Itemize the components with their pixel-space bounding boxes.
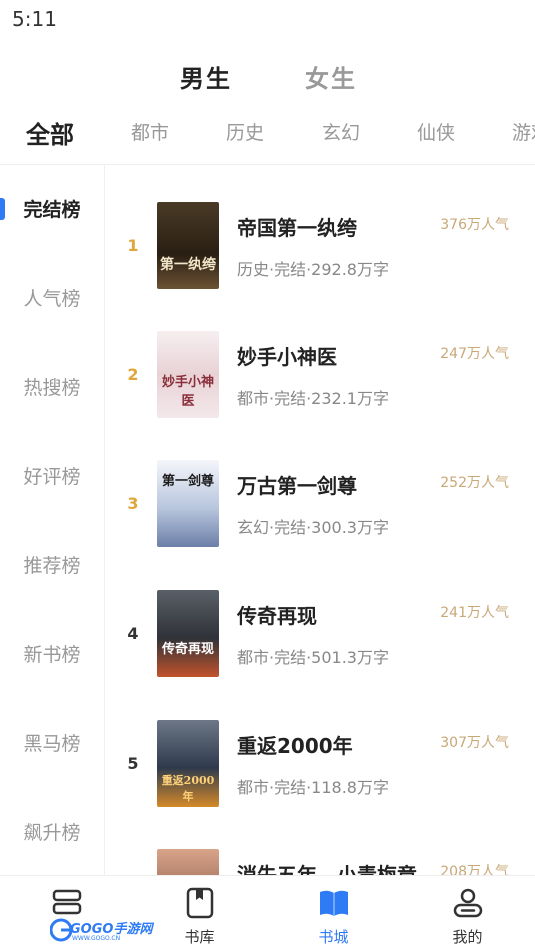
cover-title: 重返2000年 [161, 774, 215, 803]
watermark-subtext: WWW.GOGO.CN [72, 935, 121, 942]
ranking-sidebar: 完结榜 人气榜 热搜榜 好评榜 推荐榜 新书榜 黑马榜 飙升榜 [0, 165, 105, 875]
nav-profile[interactable]: 我的 [401, 876, 534, 951]
book-meta: 都市·完结·501.3万字 [237, 648, 389, 667]
tab-female[interactable]: 女生 [305, 59, 357, 94]
watermark-icon [50, 918, 72, 942]
rank-number: 4 [127, 624, 139, 643]
popularity-count: 307万人气 [440, 735, 509, 751]
category-tab-history[interactable]: 历史 [226, 118, 264, 145]
category-tabs: 全部 都市 历史 玄幻 仙侠 游戏 [0, 112, 535, 158]
gender-tabs: 男生 女生 [0, 55, 535, 99]
cover-title: 第一纨绔 [160, 257, 216, 273]
book-title: 传奇再现 [237, 604, 317, 628]
cover-title: 传奇再现 [161, 642, 214, 657]
sidebar-item-completed[interactable]: 完结榜 [0, 190, 104, 230]
sidebar-item-rising[interactable]: 飙升榜 [0, 813, 104, 853]
category-tab-urban[interactable]: 都市 [131, 118, 169, 145]
book-title: 妙手小神医 [237, 345, 337, 369]
book-title: 帝国第一纨绔 [237, 216, 357, 240]
cover-title: 妙手小神医 [161, 375, 214, 409]
profile-icon [453, 888, 482, 918]
book-title: 重返2000年 [237, 734, 353, 758]
book-meta: 都市·完结·232.1万字 [237, 389, 389, 408]
tab-male[interactable]: 男生 [180, 59, 232, 94]
popularity-count: 252万人气 [440, 475, 509, 491]
sidebar-item-popular[interactable]: 人气榜 [0, 279, 104, 319]
sidebar-item-dark-horse[interactable]: 黑马榜 [0, 724, 104, 764]
book-row[interactable]: 1 第一纨绔 帝国第一纨绔 历史·完结·292.8万字 376万人气 [106, 202, 535, 312]
book-title: 消失五年，小青梅竟 [237, 863, 417, 875]
book-row[interactable]: 消失五年，小青梅竟 208万人气 [106, 849, 535, 875]
library-icon [186, 887, 213, 919]
category-tab-xianxia[interactable]: 仙侠 [417, 118, 455, 145]
book-title: 万古第一剑尊 [237, 474, 357, 498]
book-cover[interactable]: 传奇再现 [157, 590, 219, 677]
category-tab-fantasy[interactable]: 玄幻 [322, 118, 360, 145]
book-meta: 玄幻·完结·300.3万字 [237, 518, 389, 537]
book-cover[interactable]: 重返2000年 [157, 720, 219, 807]
book-row[interactable]: 5 重返2000年 重返2000年 都市·完结·118.8万字 307万人气 [106, 720, 535, 830]
book-cover[interactable]: 第一纨绔 [157, 202, 219, 289]
status-time: 5:11 [12, 7, 57, 31]
popularity-count: 241万人气 [440, 605, 509, 621]
nav-label: 书城 [318, 928, 349, 946]
book-meta: 历史·完结·292.8万字 [237, 260, 389, 279]
sidebar-item-rated[interactable]: 好评榜 [0, 457, 104, 497]
sidebar-item-new[interactable]: 新书榜 [0, 635, 104, 675]
book-cover[interactable]: 妙手小神医 [157, 331, 219, 418]
sidebar-item-recommended[interactable]: 推荐榜 [0, 546, 104, 586]
book-row[interactable]: 3 第一剑尊 万古第一剑尊 玄幻·完结·300.3万字 252万人气 [106, 460, 535, 570]
category-tab-all[interactable]: 全部 [26, 115, 74, 150]
book-row[interactable]: 2 妙手小神医 妙手小神医 都市·完结·232.1万字 247万人气 [106, 331, 535, 441]
rank-number: 2 [127, 365, 139, 384]
sidebar-item-hot-search[interactable]: 热搜榜 [0, 368, 104, 408]
popularity-count: 208万人气 [440, 864, 509, 875]
book-cover[interactable]: 第一剑尊 [157, 460, 219, 547]
status-bar: 5:11 [0, 0, 535, 40]
book-cover[interactable] [157, 849, 219, 875]
bookstore-icon [319, 890, 348, 916]
rank-number: 1 [127, 236, 139, 255]
nav-label: 我的 [452, 928, 483, 946]
popularity-count: 247万人气 [440, 346, 509, 362]
category-tab-game[interactable]: 游戏 [512, 118, 535, 145]
nav-bookstore[interactable]: 书城 [267, 876, 400, 951]
book-row[interactable]: 4 传奇再现 传奇再现 都市·完结·501.3万字 241万人气 [106, 590, 535, 700]
rank-number: 3 [127, 494, 139, 513]
rank-number: 5 [127, 754, 139, 773]
book-list: 1 第一纨绔 帝国第一纨绔 历史·完结·292.8万字 376万人气 2 妙手小… [106, 165, 535, 875]
popularity-count: 376万人气 [440, 217, 509, 233]
watermark-logo: GOGO手游网 WWW.GOGO.CN [48, 915, 158, 945]
book-meta: 都市·完结·118.8万字 [237, 778, 389, 797]
cover-title: 第一剑尊 [161, 474, 214, 489]
